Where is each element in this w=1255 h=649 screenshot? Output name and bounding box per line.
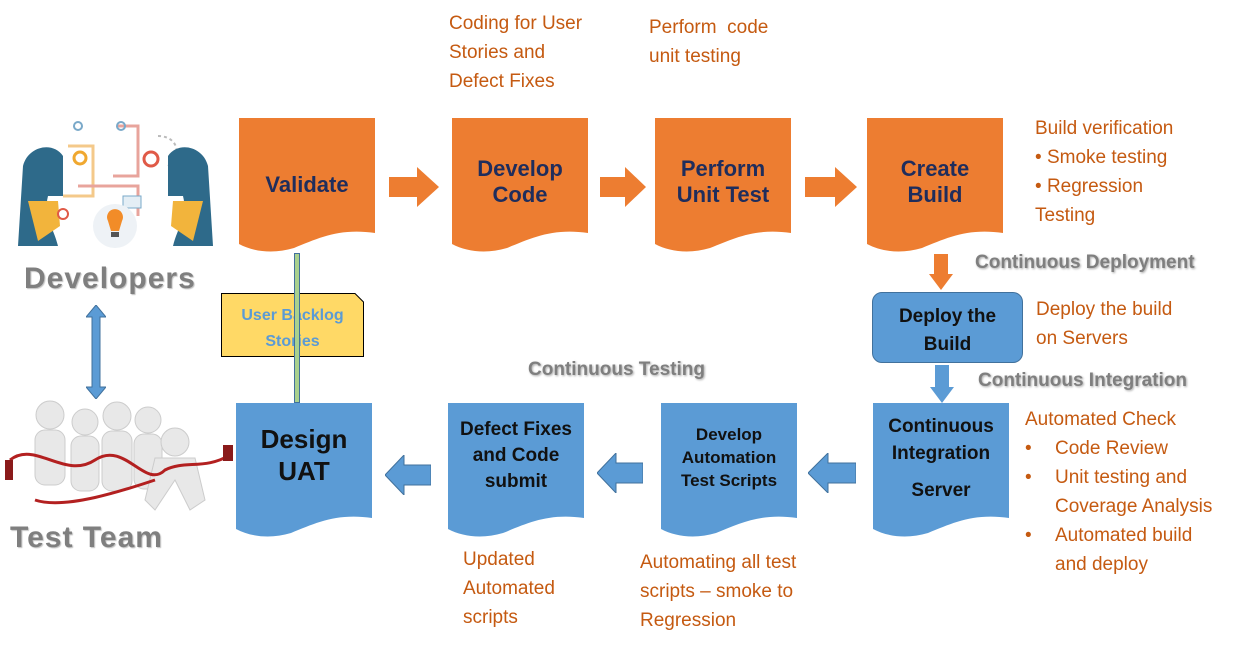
- note-develop-code: Coding for User Stories and Defect Fixes: [449, 13, 583, 92]
- step-create-build: Create Build: [867, 118, 1003, 252]
- bullet-icon: •: [1035, 176, 1042, 197]
- step-label-line: Integration: [891, 443, 991, 464]
- test-team-label: Test Team: [10, 521, 163, 554]
- phase-continuous-integration: Continuous Integration: [978, 370, 1187, 391]
- step-develop-code: Develop Code: [452, 118, 588, 252]
- step-deploy-build: Deploy the Build: [872, 292, 1023, 363]
- step-perform-unit-test: Perform Unit Test: [655, 118, 791, 252]
- step-validate: Validate: [239, 118, 375, 252]
- step-label-line: and Code: [472, 445, 560, 466]
- step-label-line: UAT: [278, 456, 330, 486]
- arrow-left-icon: [596, 451, 644, 495]
- arrow-right-1: [389, 167, 439, 212]
- step-label-line: submit: [484, 471, 548, 492]
- arrow-right-3: [805, 167, 857, 212]
- step-label-line: Code: [492, 182, 548, 208]
- step-label-line: Server: [911, 480, 971, 501]
- phase-continuous-deployment: Continuous Deployment: [975, 252, 1195, 273]
- developers-test-team-arrow: [84, 304, 108, 400]
- sticky-note-user-backlog: User Backlog Stories: [221, 293, 364, 357]
- note-deploy: Deploy the build on Servers: [1036, 299, 1173, 349]
- note-automating-tests: Automating all test scripts – smoke to R…: [640, 552, 797, 631]
- step-label-line: Perform: [680, 156, 766, 181]
- arrow-left-1: [807, 451, 857, 498]
- note-updated-scripts: Updated Automated scripts: [463, 549, 555, 628]
- step-label-line: Automation: [681, 448, 777, 467]
- double-arrow-icon: [84, 304, 108, 400]
- step-label-line: Develop: [695, 425, 763, 444]
- step-label-line: Design: [260, 424, 348, 454]
- arrow-down-icon: [929, 254, 953, 290]
- step-label-line: Deploy the: [898, 306, 997, 327]
- note-label-line: Stories: [265, 333, 320, 350]
- arrow-right-icon: [805, 167, 857, 207]
- step-label-line: Continuous: [888, 416, 994, 437]
- bullet-icon: •: [1025, 525, 1032, 546]
- bullet-icon: •: [1025, 467, 1032, 488]
- arrow-right-icon: [600, 167, 646, 207]
- step-defect-fixes: Defect Fixes and Code submit: [448, 403, 584, 537]
- arrow-right-icon: [389, 167, 439, 207]
- developers-illustration: [18, 116, 213, 256]
- note-automated-check: Automated Check • Code Review • Unit testi…: [1025, 409, 1213, 575]
- arrow-down-blue: [930, 365, 954, 408]
- test-team-illustration: [5, 400, 235, 520]
- note-build-verification: Build verification • Smoke testing • Reg…: [1035, 118, 1174, 226]
- arrow-right-2: [600, 167, 646, 212]
- developers-label: Developers: [24, 262, 196, 295]
- arrow-down-orange: [929, 254, 953, 295]
- test-team-icon: [5, 400, 233, 511]
- step-label-line: Build: [907, 182, 963, 208]
- step-label-line: Test Scripts: [680, 471, 778, 490]
- arrow-down-icon: [930, 365, 954, 403]
- step-label-line: Defect Fixes: [460, 419, 572, 440]
- arrow-left-2: [596, 451, 644, 498]
- step-label-line: Unit Test: [676, 182, 770, 208]
- phase-continuous-testing: Continuous Testing: [528, 359, 705, 380]
- step-label: Validate: [265, 172, 349, 197]
- step-ci-server: Continuous Integration Server: [873, 403, 1009, 537]
- note-label-line: User Backlog: [241, 307, 344, 324]
- step-label-line: Create: [900, 156, 970, 181]
- step-label-line: Develop: [477, 156, 563, 181]
- note-unit-test: Perform code unit testing: [649, 17, 769, 67]
- step-label-line: Build: [923, 334, 972, 355]
- step-develop-automation: Develop Automation Test Scripts: [661, 403, 797, 537]
- arrow-left-icon: [384, 453, 432, 497]
- bullet-icon: •: [1035, 147, 1042, 168]
- arrow-left-3: [384, 453, 432, 500]
- step-design-uat: Design UAT: [236, 403, 372, 537]
- connector-bar: [294, 253, 300, 403]
- developers-icon: [18, 121, 213, 248]
- bullet-icon: •: [1025, 438, 1032, 459]
- arrow-left-icon: [807, 451, 857, 495]
